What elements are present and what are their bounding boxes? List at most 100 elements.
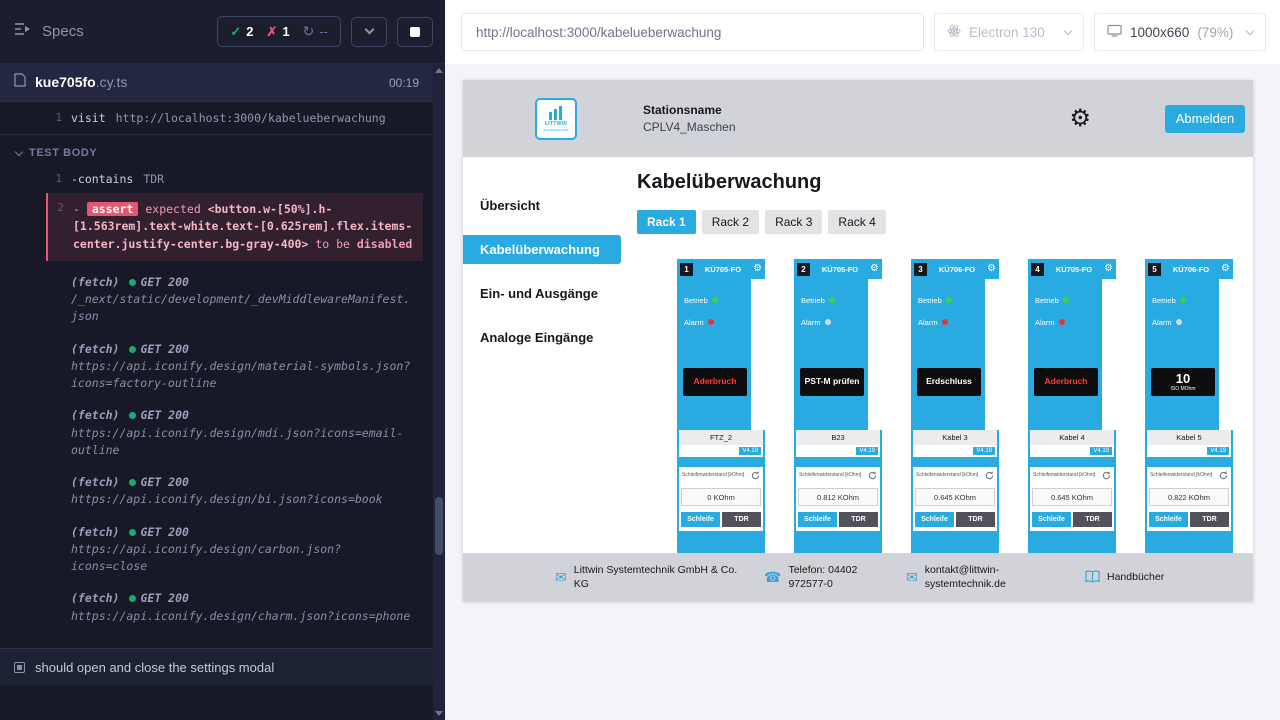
fetch-log-entry[interactable]: (fetch)GET 200https://api.iconify.design… <box>0 472 433 511</box>
sidebar-nav: Übersicht Kabelüberwachung Ein- und Ausgän… <box>463 157 621 553</box>
app-header: LITTWIN SYSTEMTECHNIK Stationsname CPLV4… <box>463 80 1253 157</box>
alarm-indicator: Alarm <box>794 315 868 329</box>
fetch-log-entry[interactable]: (fetch)GET 200https://api.iconify.design… <box>0 405 433 461</box>
tdr-button[interactable]: TDR <box>839 512 878 527</box>
test-body-section[interactable]: TEST BODY <box>0 139 433 167</box>
cable-name: B23 <box>796 430 880 445</box>
failed-assert-command[interactable]: 2 - assert expected <button.w-[50%].h-[1… <box>46 193 423 261</box>
spec-name: kue705fo <box>35 74 96 90</box>
scroll-down-arrow[interactable] <box>435 711 443 716</box>
device-card: 5KÜ706-FO⚙BetriebAlarm10ISO MOhmKabel 5V… <box>1145 259 1233 553</box>
alarm-led <box>1176 319 1182 325</box>
fetch-log-entry[interactable]: (fetch)GET 200https://api.iconify.design… <box>0 522 433 578</box>
viewport-select[interactable]: 1000x660 (79%) <box>1094 13 1266 51</box>
fetch-url: https://api.iconify.design/material-symb… <box>71 358 416 393</box>
card-gear-icon[interactable]: ⚙ <box>870 264 879 274</box>
fetch-tag: (fetch) <box>71 591 119 605</box>
app-footer: ✉ Littwin Systemtechnik GmbH & Co. KG ☎ … <box>463 553 1253 601</box>
manuals-link[interactable]: Handbücher <box>1085 570 1164 584</box>
schleife-button[interactable]: Schleife <box>681 512 720 527</box>
status-display: Aderbruch <box>683 368 747 396</box>
failed-cross-icon: ✗ <box>266 24 277 40</box>
contains-command[interactable]: 1 -containsTDR <box>0 167 433 191</box>
refresh-icon[interactable] <box>751 471 760 480</box>
failed-count: 1 <box>282 24 289 39</box>
refresh-icon[interactable] <box>985 471 994 480</box>
nav-item-kabel-berwachung[interactable]: Kabelüberwachung <box>463 235 621 264</box>
schleife-button[interactable]: Schleife <box>915 512 954 527</box>
passed-count: 2 <box>246 24 253 39</box>
nav-item-analoge-eing-nge[interactable]: Analoge Eingänge <box>463 323 621 352</box>
fetch-tag: (fetch) <box>71 475 119 489</box>
card-gear-icon[interactable]: ⚙ <box>1104 264 1113 274</box>
schleife-button[interactable]: Schleife <box>1032 512 1071 527</box>
url-input[interactable] <box>461 13 924 51</box>
card-gear-icon[interactable]: ⚙ <box>1221 264 1230 274</box>
logo-subtext: SYSTEMTECHNIK <box>543 128 569 132</box>
schleife-button[interactable]: Schleife <box>1149 512 1188 527</box>
tdr-button[interactable]: TDR <box>1190 512 1229 527</box>
tdr-button[interactable]: TDR <box>956 512 995 527</box>
pending-refresh-icon: ↻ <box>303 23 315 40</box>
card-gear-icon[interactable]: ⚙ <box>987 264 996 274</box>
fetch-url: https://api.iconify.design/mdi.json?icon… <box>71 425 416 460</box>
next-test-bar[interactable]: should open and close the settings modal <box>0 648 433 686</box>
tdr-button[interactable]: TDR <box>722 512 761 527</box>
status-unit: ISO MOhm <box>1170 386 1195 392</box>
visit-command[interactable]: 1 visithttp://localhost:3000/kabelueberw… <box>0 106 433 130</box>
alarm-indicator: Alarm <box>1145 315 1219 329</box>
browser-select[interactable]: Electron 130 <box>934 13 1084 51</box>
stop-button[interactable] <box>397 17 433 47</box>
email-icon: ✉ <box>555 570 567 584</box>
schleife-button[interactable]: Schleife <box>798 512 837 527</box>
betrieb-led <box>829 297 835 303</box>
spec-bar[interactable]: kue705fo.cy.ts 00:19 <box>0 64 433 102</box>
spec-duration: 00:19 <box>389 76 419 90</box>
app-viewport: LITTWIN SYSTEMTECHNIK Stationsname CPLV4… <box>463 80 1253 601</box>
command-url: http://localhost:3000/kabelueberwachung <box>116 111 386 125</box>
settings-gear-icon[interactable]: ⚙ <box>1069 107 1091 131</box>
status-message: Aderbruch <box>694 377 737 386</box>
fetch-log-entry[interactable]: (fetch)GET 200https://api.iconify.design… <box>0 588 433 627</box>
tab-rack-4[interactable]: Rack 4 <box>828 210 885 234</box>
tab-rack-2[interactable]: Rack 2 <box>702 210 759 234</box>
nav-item--bersicht[interactable]: Übersicht <box>463 191 621 220</box>
refresh-icon[interactable] <box>868 471 877 480</box>
firmware-version: V4.19 <box>856 447 878 455</box>
device-card: 3KÜ706-FO⚙BetriebAlarmErdschlussKabel 3V… <box>911 259 999 553</box>
device-card: 4KÜ705-FO⚙BetriebAlarmAderbruchKabel 4V4… <box>1028 259 1116 553</box>
card-number-badge: 3 <box>914 263 927 276</box>
fetch-tag: (fetch) <box>71 275 119 289</box>
fetch-log-entry[interactable]: (fetch)GET 200https://api.iconify.design… <box>0 339 433 395</box>
status-dot-icon <box>129 279 136 286</box>
status-dot-icon <box>129 346 136 353</box>
refresh-icon[interactable] <box>1219 471 1228 480</box>
book-icon <box>1085 570 1100 583</box>
tdr-button[interactable]: TDR <box>1073 512 1112 527</box>
email-contact: ✉ kontakt@littwin-systemtechnik.de <box>906 563 1061 591</box>
logout-button[interactable]: Abmelden <box>1165 105 1245 133</box>
cable-name: Kabel 4 <box>1030 430 1114 445</box>
specs-label[interactable]: Specs <box>42 23 84 40</box>
scrollbar-thumb[interactable] <box>435 497 443 555</box>
runner-header: Specs ✓ 2 ✗ 1 ↻ -- <box>0 0 445 64</box>
assert-message: - assert expected <button.w-[50%].h-[1.5… <box>73 201 413 253</box>
card-header: 2KÜ705-FO⚙ <box>794 259 882 279</box>
chevron-down-icon <box>1246 26 1254 34</box>
tab-rack-1[interactable]: Rack 1 <box>637 210 696 234</box>
phone-icon: ☎ <box>764 570 781 584</box>
card-strip <box>1219 279 1233 430</box>
firmware-version: V4.19 <box>739 447 761 455</box>
nav-item-ein-und-ausg-nge[interactable]: Ein- und Ausgänge <box>463 279 621 308</box>
card-gear-icon[interactable]: ⚙ <box>753 264 762 274</box>
test-stats: ✓ 2 ✗ 1 ↻ -- <box>217 16 341 47</box>
specs-menu-icon[interactable] <box>14 22 32 41</box>
status-display: Erdschluss <box>917 368 981 396</box>
spec-file-icon <box>14 73 26 92</box>
tab-rack-3[interactable]: Rack 3 <box>765 210 822 234</box>
collapse-button[interactable] <box>351 17 387 47</box>
scroll-up-arrow[interactable] <box>435 68 443 73</box>
refresh-icon[interactable] <box>1102 471 1111 480</box>
status-dot-icon <box>129 529 136 536</box>
fetch-log-entry[interactable]: (fetch)GET 200/_next/static/development/… <box>0 272 433 328</box>
